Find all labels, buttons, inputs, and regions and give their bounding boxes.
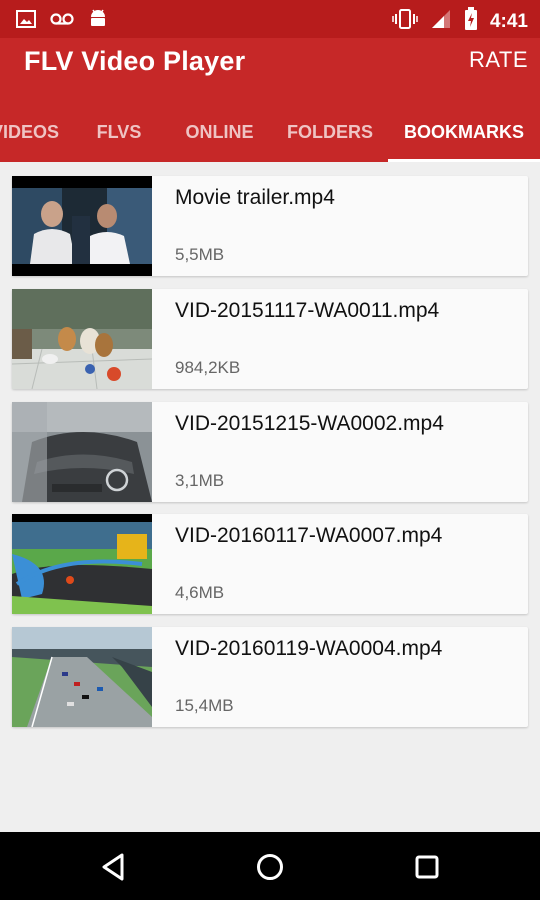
- clock-time: 4:41: [489, 10, 528, 32]
- app-title: FLV Video Player: [24, 46, 246, 76]
- video-size: 984,2KB: [175, 358, 241, 377]
- vibrate-icon: [392, 8, 418, 35]
- list-item[interactable]: VID-20160117-WA0007.mp4 4,6MB: [12, 514, 528, 614]
- tab-bookmarks[interactable]: BOOKMARKS: [388, 102, 540, 162]
- list-item[interactable]: VID-20160119-WA0004.mp4 15,4MB: [12, 627, 528, 727]
- video-thumbnail: [12, 627, 152, 727]
- tab-indicator: [388, 159, 540, 162]
- list-item[interactable]: Movie trailer.mp4 5,5MB: [12, 176, 528, 276]
- status-bar: 4:41: [0, 0, 540, 38]
- video-thumbnail: [12, 402, 152, 502]
- video-name: VID-20160117-WA0007.mp4: [175, 524, 443, 547]
- video-size: 3,1MB: [175, 471, 225, 490]
- video-size: 5,5MB: [175, 245, 225, 264]
- battery-charging-icon: [464, 7, 478, 36]
- video-name: VID-20160119-WA0004.mp4: [175, 637, 443, 660]
- video-size: 15,4MB: [175, 696, 234, 715]
- tab-bar: VIDEOS FLVS ONLINE FOLDERS BOOKMARKS: [0, 102, 540, 162]
- tab-online[interactable]: ONLINE: [172, 102, 267, 162]
- rate-button[interactable]: RATE: [469, 47, 528, 73]
- video-thumbnail: [12, 289, 152, 389]
- recents-icon[interactable]: [410, 850, 444, 884]
- video-name: VID-20151117-WA0011.mp4: [175, 299, 440, 322]
- navigation-bar: [0, 832, 540, 900]
- list-item[interactable]: VID-20151117-WA0011.mp4 984,2KB: [12, 289, 528, 389]
- video-thumbnail: [12, 176, 152, 276]
- signal-icon: [430, 8, 452, 35]
- video-name: Movie trailer.mp4: [175, 186, 335, 209]
- voicemail-icon: [50, 11, 74, 32]
- app-bar: FLV Video Player RATE: [0, 38, 540, 102]
- tab-flvs[interactable]: FLVS: [80, 102, 158, 162]
- list-item[interactable]: VID-20151215-WA0002.mp4 3,1MB: [12, 402, 528, 502]
- home-icon[interactable]: [253, 850, 287, 884]
- tab-videos[interactable]: VIDEOS: [0, 102, 80, 162]
- image-icon: [16, 9, 36, 34]
- back-icon[interactable]: [96, 850, 130, 884]
- video-size: 4,6MB: [175, 583, 225, 602]
- android-icon: [88, 8, 108, 35]
- video-name: VID-20151215-WA0002.mp4: [175, 412, 444, 435]
- video-thumbnail: [12, 514, 152, 614]
- tab-folders[interactable]: FOLDERS: [278, 102, 382, 162]
